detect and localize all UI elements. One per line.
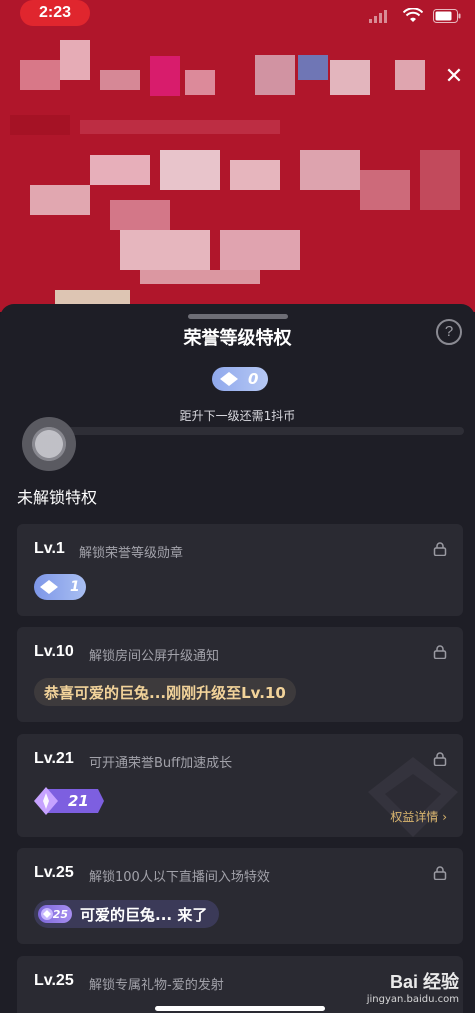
privilege-card-lv21[interactable]: Lv.21 可开通荣誉Buff加速成长 21 权益详情 ›: [17, 734, 463, 837]
card-description: 解锁房间公屏升级通知: [89, 649, 220, 664]
diamond-icon: [40, 580, 58, 594]
live-room-banner: 2:23 ✕: [0, 0, 475, 312]
diamond-icon: [41, 908, 53, 920]
help-button[interactable]: ?: [436, 319, 462, 345]
card-level: Lv.1: [34, 540, 65, 557]
section-title-locked: 未解锁特权: [17, 488, 98, 507]
entry-effect-preview: 25 可爱的巨兔... 来了: [34, 900, 220, 928]
signal-icon: [369, 10, 387, 23]
badge-value: 25: [52, 907, 68, 921]
home-indicator[interactable]: [155, 1006, 325, 1011]
status-time: 2:23: [20, 0, 90, 26]
privilege-card-lv10[interactable]: Lv.10 解锁房间公屏升级通知 恭喜可爱的巨兔...刚刚升级至Lv.10: [17, 627, 463, 722]
card-level: Lv.25: [34, 972, 74, 989]
current-level-badge: 0: [212, 367, 268, 391]
level-progress-knob: [22, 417, 76, 471]
honor-level-sheet: 荣誉等级特权 ? 0 距升下一级还需1抖币 未解锁特权 Lv.1 解锁荣誉等级勋…: [0, 304, 475, 1013]
privilege-card-lv25-entry[interactable]: Lv.25 解锁100人以下直播间入场特效 25 可爱的巨兔... 来了: [17, 848, 463, 944]
badge-value: 21: [68, 792, 89, 810]
watermark-brand: Bai 经验: [389, 972, 459, 992]
card-description: 解锁专属礼物-爱的发射: [89, 978, 224, 993]
card-description: 解锁荣誉等级勋章: [79, 546, 184, 561]
lock-icon: [433, 542, 447, 556]
level-medal-badge: 1: [34, 574, 86, 600]
level-badge: 25: [38, 905, 72, 923]
level-progress-track: [40, 427, 464, 435]
card-level: Lv.25: [34, 864, 74, 881]
card-description: 解锁100人以下直播间入场特效: [89, 870, 270, 885]
status-icons: [369, 8, 461, 24]
badge-value: 1: [70, 579, 80, 595]
baidu-jingyan-watermark: Bai 经验 jingyan.baidu.com: [367, 968, 459, 1005]
card-level: Lv.21: [34, 750, 74, 767]
wifi-icon: [403, 8, 423, 22]
battery-icon: [433, 9, 461, 23]
upgrade-notice-preview: 恭喜可爱的巨兔...刚刚升级至Lv.10: [34, 678, 296, 706]
close-icon[interactable]: ✕: [441, 64, 467, 90]
next-level-requirement: 距升下一级还需1抖币: [179, 409, 296, 423]
lock-icon: [433, 645, 447, 659]
card-level: Lv.10: [34, 643, 74, 660]
sheet-drag-handle[interactable]: [188, 314, 288, 319]
diamond-icon: [220, 372, 238, 386]
honor-buff-badge: 21: [34, 787, 104, 815]
privilege-card-lv1[interactable]: Lv.1 解锁荣誉等级勋章 1: [17, 524, 463, 616]
watermark-url: jingyan.baidu.com: [366, 994, 459, 1005]
card-description: 可开通荣誉Buff加速成长: [89, 756, 233, 771]
current-level-value: 0: [248, 370, 259, 388]
benefit-detail-link[interactable]: 权益详情 ›: [390, 808, 447, 825]
entry-effect-text: 可爱的巨兔... 来了: [80, 905, 208, 924]
blurred-video-background: [0, 0, 475, 312]
lock-icon: [433, 866, 447, 880]
sheet-title: 荣誉等级特权: [183, 328, 292, 349]
